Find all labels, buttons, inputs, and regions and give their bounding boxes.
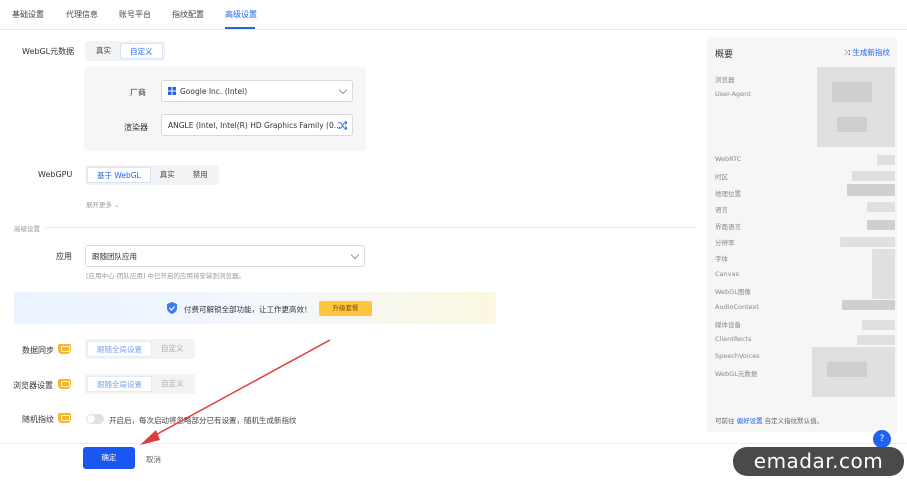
renderer-label: 渲染器 — [124, 123, 148, 132]
webgpu-toggle: 基于 WebGL 真实 禁用 — [85, 165, 219, 185]
summary-row-webgl-image: WebGL图像 — [715, 288, 751, 296]
summary-title: 概要 — [715, 50, 734, 60]
shuffle-icon[interactable] — [338, 121, 347, 130]
webgpu-option-real[interactable]: 真实 — [151, 167, 184, 183]
summary-row-geolocation: 地理位置 — [715, 190, 741, 198]
summary-row-browser: 浏览器 — [715, 76, 735, 84]
active-tab-indicator — [225, 27, 255, 29]
premium-crown-icon — [58, 344, 71, 354]
blurred-value — [842, 300, 895, 310]
random-fp-label: 随机指纹 — [22, 415, 54, 424]
summary-footer: 可前往 偏好设置 自定义指纹默认值。 — [715, 417, 824, 425]
tab-bar: 基础设置 代理信息 账号平台 指纹配置 高级设置 — [0, 0, 907, 30]
section-divider — [45, 227, 697, 228]
summary-row-webrtc: WebRTC — [715, 155, 742, 163]
data-sync-option-global[interactable]: 跟随全局设置 — [87, 341, 152, 357]
blurred-value — [867, 202, 895, 212]
browser-settings-option-custom[interactable]: 自定义 — [152, 376, 193, 392]
tab-basic[interactable]: 基础设置 — [12, 9, 44, 20]
blurred-value — [847, 184, 895, 196]
app-hint: [应用中心-团队应用] 中已开启的应用将安装到浏览器。 — [86, 272, 245, 280]
blurred-value — [837, 117, 867, 132]
cancel-button[interactable]: 取消 — [146, 454, 161, 465]
premium-crown-icon — [58, 413, 71, 423]
webgl-meta-toggle: 真实 自定义 — [85, 41, 165, 61]
summary-row-language: 语言 — [715, 206, 728, 214]
advanced-section-label: 高级设置 — [14, 225, 40, 233]
chevron-down-icon — [350, 250, 360, 260]
support-chat-button[interactable]: ? — [873, 430, 891, 448]
preferences-link[interactable]: 偏好设置 — [737, 417, 763, 425]
generate-fingerprint-button[interactable]: ⤨ 生成新指纹 — [844, 47, 890, 58]
expand-more-link[interactable]: 展开更多 ⌄ — [86, 199, 120, 209]
chevron-down-icon — [338, 85, 348, 95]
blurred-value — [832, 82, 872, 102]
blurred-value — [817, 67, 895, 147]
random-fp-switch[interactable] — [86, 414, 104, 424]
blurred-value — [857, 335, 895, 345]
upgrade-banner: 付费可解锁全部功能，让工作更高效！ 升级套餐 — [14, 292, 496, 324]
webgpu-option-webgl[interactable]: 基于 WebGL — [87, 167, 151, 183]
webgl-meta-label: WebGL元数据 — [22, 47, 75, 56]
premium-crown-icon — [58, 379, 71, 389]
promo-text: 付费可解锁全部功能，让工作更高效！ — [184, 305, 312, 314]
blurred-value — [840, 237, 895, 247]
blurred-value — [862, 320, 895, 330]
summary-row-timezone: 时区 — [715, 173, 728, 181]
shuffle-icon: ⤨ — [844, 48, 851, 57]
blurred-value — [872, 249, 895, 299]
summary-row-canvas: Canvas — [715, 270, 739, 278]
vendor-label: 厂商 — [130, 88, 146, 97]
vendor-value: Google Inc. (Intel) — [180, 86, 248, 96]
webgl-meta-option-real[interactable]: 真实 — [87, 43, 120, 59]
app-value: 跟随团队应用 — [92, 251, 137, 261]
summary-row-clientrects: ClientRects — [715, 335, 752, 343]
summary-row-webgl-meta: WebGL元数据 — [715, 370, 758, 378]
summary-row-fonts: 字体 — [715, 255, 728, 263]
webgpu-option-disabled[interactable]: 禁用 — [184, 167, 217, 183]
renderer-input[interactable]: ANGLE (Intel, Intel(R) HD Graphics Famil… — [161, 114, 353, 136]
webgpu-label: WebGPU — [38, 170, 73, 179]
summary-panel: 概要 ⤨ 生成新指纹 浏览器 User-Agent WebRTC 时区 地理位置… — [707, 37, 897, 432]
browser-settings-label: 浏览器设置 — [13, 381, 53, 390]
summary-row-speechvoices: SpeechVoices — [715, 352, 760, 360]
blurred-value — [877, 155, 895, 165]
summary-row-audiocontext: AudioContext — [715, 303, 759, 311]
confirm-button[interactable]: 确定 — [83, 447, 135, 469]
webgl-meta-option-custom[interactable]: 自定义 — [120, 43, 163, 59]
blurred-value — [867, 220, 895, 230]
random-fp-description: 开启后，每次启动将忽略部分已有设置，随机生成新指纹 — [109, 416, 297, 425]
watermark: emadar.com — [733, 447, 904, 476]
vendor-select[interactable]: Google Inc. (Intel) — [161, 80, 353, 102]
app-label: 应用 — [56, 252, 72, 261]
upgrade-button[interactable]: 升级套餐 — [319, 301, 372, 316]
summary-row-media-devices: 媒体设备 — [715, 321, 741, 329]
app-select[interactable]: 跟随团队应用 — [85, 245, 365, 267]
blurred-value — [827, 362, 867, 377]
tab-proxy[interactable]: 代理信息 — [66, 9, 98, 20]
tab-advanced[interactable]: 高级设置 — [225, 9, 257, 20]
renderer-value: ANGLE (Intel, Intel(R) HD Graphics Famil… — [168, 120, 341, 130]
summary-row-useragent: User-Agent — [715, 90, 751, 98]
browser-settings-option-global[interactable]: 跟随全局设置 — [87, 376, 152, 392]
data-sync-toggle: 跟随全局设置 自定义 — [85, 339, 195, 359]
data-sync-option-custom[interactable]: 自定义 — [152, 341, 193, 357]
shield-icon — [167, 302, 177, 314]
summary-row-ui-language: 界面语言 — [715, 223, 741, 231]
blurred-value — [852, 171, 895, 181]
windows-icon — [168, 87, 176, 95]
data-sync-label: 数据同步 — [22, 346, 54, 355]
tab-account-platform[interactable]: 账号平台 — [119, 9, 151, 20]
summary-row-resolution: 分辨率 — [715, 239, 735, 247]
tab-fingerprint[interactable]: 指纹配置 — [172, 9, 204, 20]
browser-settings-toggle: 跟随全局设置 自定义 — [85, 374, 195, 394]
